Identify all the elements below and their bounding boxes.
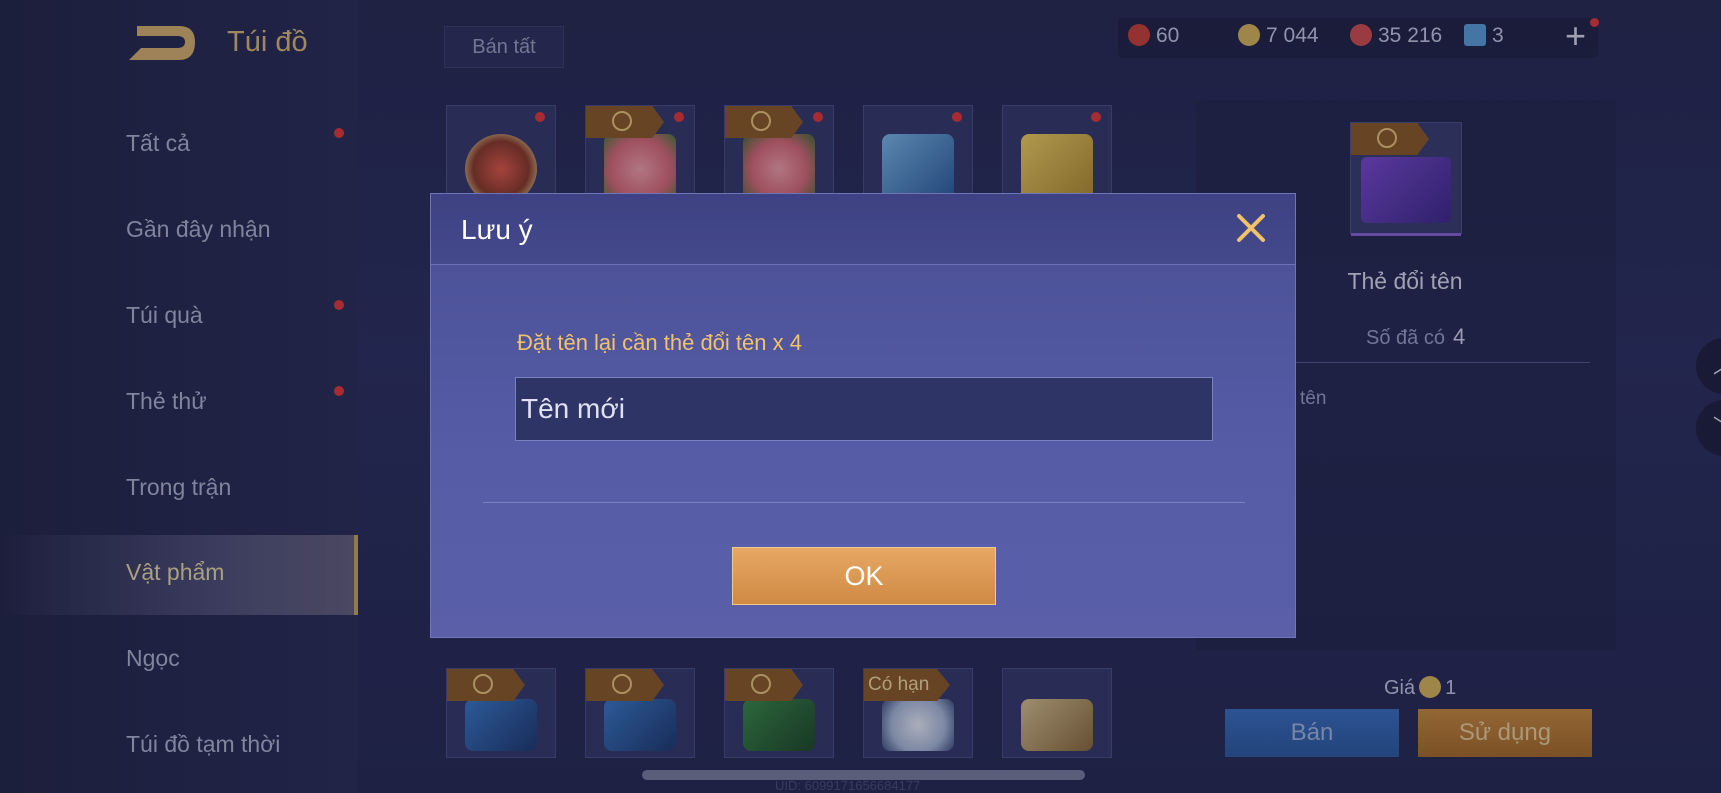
ok-button[interactable]: OK <box>732 547 996 605</box>
dialog-title: Lưu ý <box>461 214 533 245</box>
new-name-input[interactable] <box>515 377 1213 441</box>
dialog-header <box>431 194 1295 265</box>
notice-dialog: Lưu ý Đặt tên lại cần thẻ đổi tên x 4 OK <box>430 193 1296 638</box>
divider <box>483 502 1245 503</box>
close-icon[interactable] <box>1231 208 1271 248</box>
rename-prompt: Đặt tên lại cần thẻ đổi tên x 4 <box>517 330 802 355</box>
